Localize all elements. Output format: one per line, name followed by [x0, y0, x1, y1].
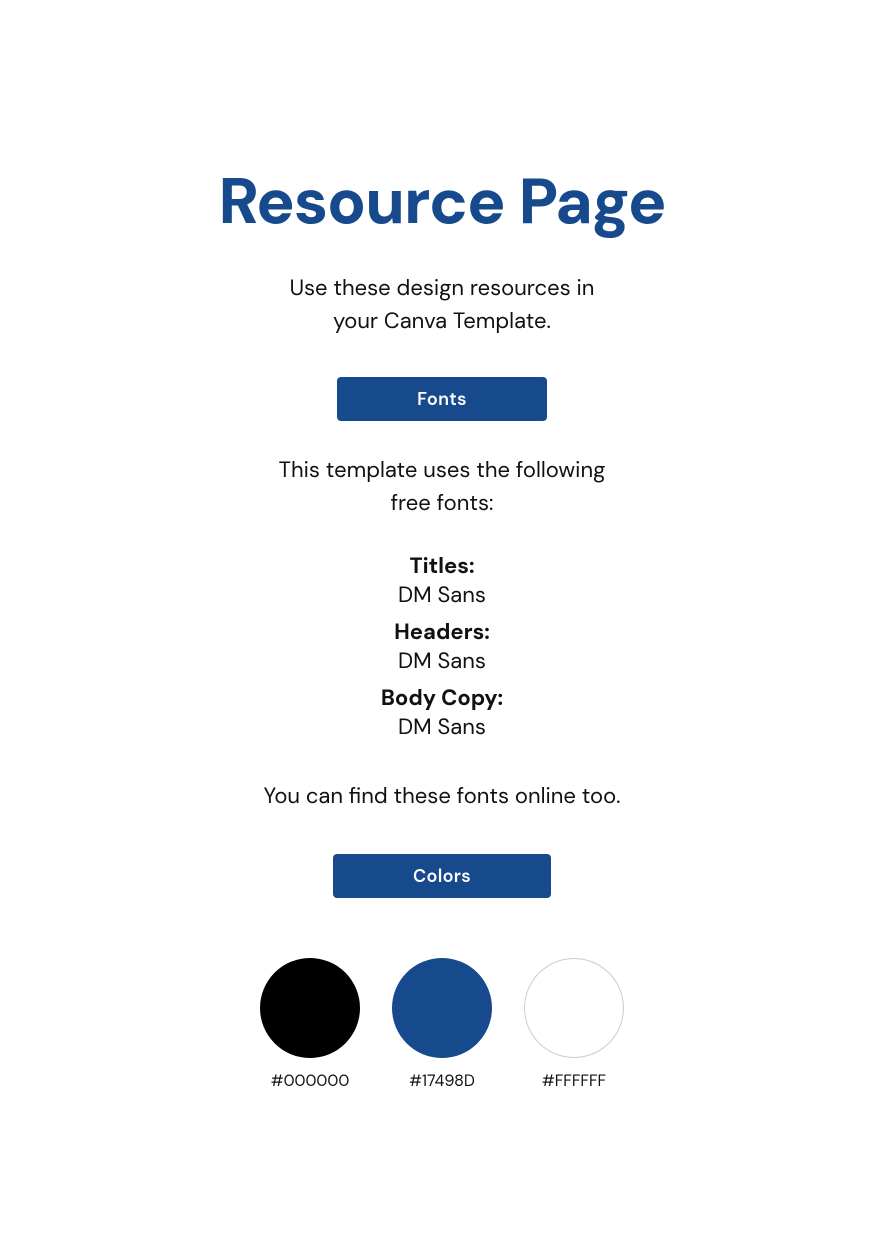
body-copy-label: Body Copy:	[381, 683, 503, 712]
subtitle-line1: Use these design resources in	[290, 273, 595, 302]
headers-font: DM Sans	[381, 646, 503, 675]
titles-label: Titles:	[381, 551, 503, 580]
fonts-intro-line2: free fonts:	[391, 488, 494, 517]
color-circle-white	[524, 958, 624, 1058]
color-hex-white: #FFFFFF	[542, 1070, 606, 1091]
fonts-list: Titles: DM Sans Headers: DM Sans Body Co…	[381, 543, 503, 745]
color-circle-blue	[392, 958, 492, 1058]
color-item-black: #000000	[260, 958, 360, 1091]
color-circle-black	[260, 958, 360, 1058]
fonts-intro: This template uses the following free fo…	[279, 453, 606, 519]
color-item-blue: #17498D	[392, 958, 492, 1091]
fonts-badge: Fonts	[337, 377, 547, 421]
subtitle-line2: your Canva Template.	[333, 306, 551, 335]
fonts-intro-line1: This template uses the following	[279, 455, 606, 484]
colors-section: Colors #000000 #17498D #FFFFFF	[40, 854, 844, 1091]
page-title: Resource Page	[218, 160, 665, 243]
color-swatches: #000000 #17498D #FFFFFF	[260, 958, 624, 1091]
body-copy-font: DM Sans	[381, 712, 503, 741]
subtitle: Use these design resources in your Canva…	[290, 271, 595, 337]
color-hex-blue: #17498D	[409, 1070, 475, 1091]
titles-font: DM Sans	[381, 580, 503, 609]
headers-label: Headers:	[381, 617, 503, 646]
colors-badge: Colors	[333, 854, 551, 898]
fonts-note: You can find these fonts online too.	[263, 781, 620, 810]
color-item-white: #FFFFFF	[524, 958, 624, 1091]
color-hex-black: #000000	[271, 1070, 350, 1091]
